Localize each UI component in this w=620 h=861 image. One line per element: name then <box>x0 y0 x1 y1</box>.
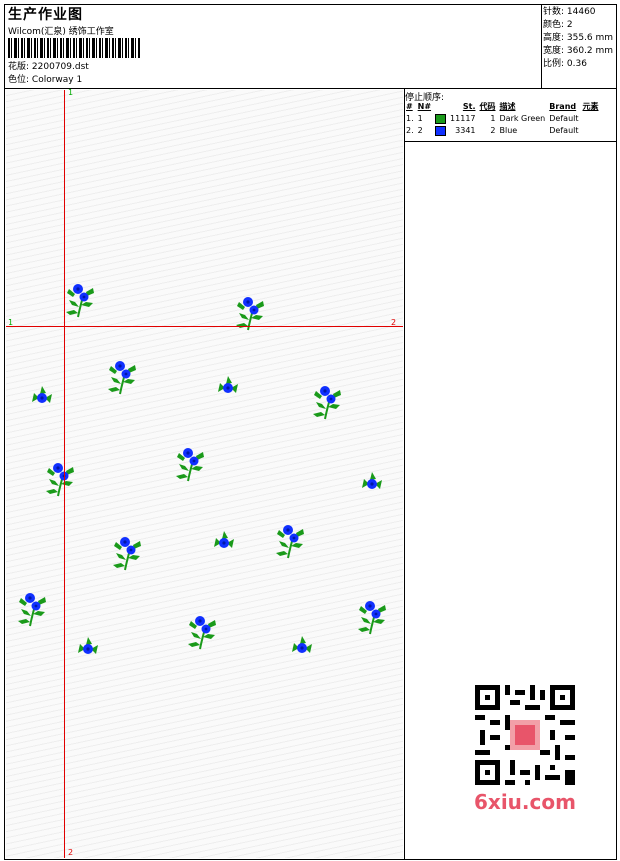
sprig-motif <box>218 376 238 393</box>
qr-code <box>470 680 580 790</box>
horizontal-guide-line <box>6 326 403 327</box>
flower-motif <box>65 283 95 318</box>
sprig-motif <box>78 637 98 654</box>
vertical-guide-line <box>64 90 65 858</box>
guide-marker-right: 2 <box>391 318 397 327</box>
guide-marker-left: 1 <box>8 318 14 327</box>
flower-motif <box>112 536 142 571</box>
guide-marker-top: 1 <box>68 88 74 97</box>
flower-motif <box>357 600 387 635</box>
flower-motif <box>312 385 342 420</box>
flower-motif <box>107 360 137 395</box>
flower-motif <box>17 592 47 627</box>
flower-motif <box>45 462 75 497</box>
flower-motif <box>275 524 305 559</box>
flower-motif <box>175 447 205 482</box>
guide-marker-bottom: 2 <box>68 848 74 857</box>
sprig-motif <box>214 531 234 548</box>
sprig-motif <box>362 472 382 489</box>
sprig-motif <box>32 386 52 403</box>
sprig-motif <box>292 636 312 653</box>
flower-motif <box>187 615 217 650</box>
watermark-logo: 6xiu.com <box>474 790 576 814</box>
